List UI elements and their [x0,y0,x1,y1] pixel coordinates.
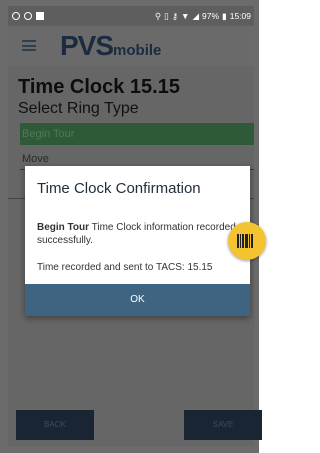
menu-icon[interactable] [22,40,36,51]
dialog-title: Time Clock Confirmation [37,180,201,197]
save-button[interactable]: SAVE [184,410,262,440]
location-icon: ⚲ [154,10,162,21]
vibrate-icon: ▯ [164,10,169,21]
status-left-icons [8,12,44,20]
battery-level: 97% [202,11,220,21]
key-icon: ⚷ [171,10,179,21]
app-bar: PVSmobile [8,26,254,66]
logo-main: PVS [60,30,114,61]
notification-icon-3 [36,12,44,20]
status-right: ⚲ ▯ ⚷ ▼ ◢ 97% ▮ 15:09 [155,11,254,22]
back-button[interactable]: BACK [16,410,94,440]
battery-icon: ▮ [222,10,227,21]
phone-screen: ⚲ ▯ ⚷ ▼ ◢ 97% ▮ 15:09 PVSmobile Time Clo… [0,0,266,453]
confirmation-dialog: Time Clock Confirmation Begin Tour Time … [25,166,250,316]
page-title: Time Clock 15.15 [18,76,180,98]
dialog-message-ring: Begin Tour [37,222,90,233]
ring-type-begin-tour[interactable]: Begin Tour [20,123,254,145]
barcode-icon [237,234,253,248]
notification-icon-2 [24,12,32,20]
dialog-message: Begin Tour Time Clock information record… [37,221,237,247]
logo-sub: mobile [113,42,162,59]
page-subtitle: Select Ring Type [18,100,139,117]
ok-button[interactable]: OK [25,284,250,316]
wifi-icon: ▼ [181,11,190,21]
notification-icon [12,12,20,20]
app-logo: PVSmobile [60,30,161,62]
barcode-scan-button[interactable] [228,222,266,260]
clock: 15:09 [229,11,251,21]
status-bar: ⚲ ▯ ⚷ ▼ ◢ 97% ▮ 15:09 [8,6,254,26]
dialog-time-recorded: Time recorded and sent to TACS: 15.15 [37,262,213,273]
signal-icon: ◢ [192,10,200,21]
